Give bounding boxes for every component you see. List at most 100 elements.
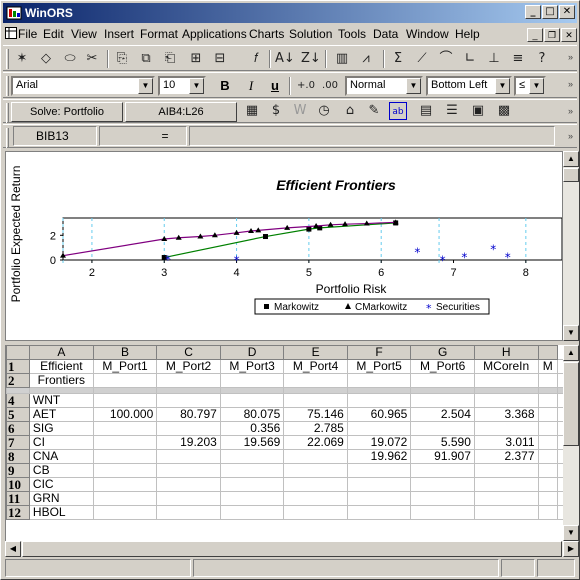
toolbar-more-icon[interactable]: »	[568, 52, 573, 62]
toolbar-more-icon[interactable]: »	[568, 131, 573, 141]
toolbar-grip[interactable]	[6, 128, 9, 148]
sheet-cell[interactable]: 2.377	[473, 449, 539, 464]
row-header[interactable]: 9	[6, 463, 30, 478]
menu-applications[interactable]: Applications	[182, 27, 247, 41]
column-header[interactable]: B	[92, 345, 158, 360]
chart-a-icon[interactable]: ⟋	[413, 50, 431, 68]
formula-equals[interactable]: =	[99, 126, 187, 146]
sheet-cell[interactable]	[537, 463, 558, 478]
sheet-cell[interactable]	[537, 393, 558, 408]
sheet-cell[interactable]	[346, 393, 412, 408]
chevron-down-icon[interactable]: ▼	[189, 78, 204, 94]
chevron-down-icon[interactable]: ▼	[529, 78, 544, 94]
sheet-cell[interactable]: 19.569	[219, 435, 285, 450]
close-button[interactable]: ✕	[559, 5, 575, 19]
style-select[interactable]: Normal ▼	[345, 76, 423, 96]
sheet-cell[interactable]	[283, 491, 348, 506]
copy-icon[interactable]: ⎘	[113, 50, 131, 68]
sheet-cell[interactable]: 2.785	[283, 421, 348, 436]
sheet-cell[interactable]	[537, 407, 558, 422]
sheet-cell[interactable]	[283, 373, 348, 388]
sheet-cell[interactable]	[346, 477, 412, 492]
bar-chart-icon[interactable]: ▥	[333, 50, 351, 68]
app-menu-icon[interactable]	[5, 27, 17, 42]
sheet-cell[interactable]	[346, 373, 412, 388]
font-select[interactable]: Arial ▼	[11, 76, 155, 96]
open-icon[interactable]: ◇	[37, 50, 55, 68]
column-header[interactable]: A	[28, 345, 94, 360]
scroll-down-icon[interactable]: ▼	[563, 325, 579, 341]
w-icon[interactable]: W	[291, 102, 309, 120]
scroll-up-icon[interactable]: ▲	[563, 151, 579, 167]
doc-close-button[interactable]: ✕	[561, 28, 577, 42]
sheet-cell[interactable]: 100.000	[92, 407, 158, 422]
sheet-cell[interactable]	[156, 477, 221, 492]
sheet-cell[interactable]: M_Port2	[156, 359, 221, 374]
increase-decimal-icon[interactable]: +.0	[297, 77, 315, 95]
row-header[interactable]: 6	[6, 421, 30, 436]
sheet-cell[interactable]: Efficient	[28, 359, 94, 374]
sheet-cell[interactable]	[410, 505, 475, 520]
spreadsheet-grid[interactable]: A B C D E F G H 1 Efficient M_Port1 M_Port2…	[5, 345, 565, 541]
menu-charts[interactable]: Charts	[249, 27, 284, 41]
sheet-cell[interactable]	[219, 491, 285, 506]
toolbar-grip[interactable]	[6, 103, 9, 123]
sheet-cell[interactable]	[473, 373, 539, 388]
sheet-cell[interactable]	[219, 505, 285, 520]
sort-ascending-icon[interactable]: A↓	[275, 50, 295, 68]
sheet-cell[interactable]	[346, 421, 412, 436]
sheet-cell[interactable]	[92, 449, 158, 464]
sheet-cell[interactable]: M	[537, 359, 558, 374]
sheet-cell[interactable]: 60.965	[346, 407, 412, 422]
row-header[interactable]: 10	[6, 477, 30, 492]
menu-view[interactable]: View	[71, 27, 97, 41]
sheet-cell[interactable]: 3.368	[473, 407, 539, 422]
dollar-icon[interactable]: $	[267, 102, 285, 120]
column-header[interactable]	[537, 345, 558, 360]
sheet-cell[interactable]: GRN	[28, 491, 94, 506]
sheet-cell[interactable]: WNT	[28, 393, 94, 408]
chart-panel[interactable]: Efficient Frontiers Portfolio Expected R…	[5, 151, 563, 341]
grid-horizontal-scrollbar[interactable]: ◀ ▶	[5, 541, 579, 557]
maximize-button[interactable]: □	[542, 5, 558, 19]
scroll-right-icon[interactable]: ▶	[563, 541, 579, 557]
sheet-cell[interactable]: 2.504	[410, 407, 475, 422]
sheet-cell[interactable]	[156, 393, 221, 408]
fill-icon[interactable]: ⊞	[187, 50, 205, 68]
solver-range-button[interactable]: AIB4:L26	[125, 102, 237, 122]
sheet-cell[interactable]	[219, 463, 285, 478]
function-icon[interactable]: 𝑓	[247, 50, 265, 68]
sheet-cell[interactable]	[283, 463, 348, 478]
menu-format[interactable]: Format	[140, 27, 178, 41]
sheet-cell[interactable]	[410, 491, 475, 506]
sheet-cell[interactable]: AET	[28, 407, 94, 422]
menu-insert[interactable]: Insert	[104, 27, 134, 41]
decrease-decimal-icon[interactable]: .00	[321, 77, 339, 95]
menu-edit[interactable]: Edit	[43, 27, 64, 41]
chevron-down-icon[interactable]: ▼	[138, 78, 153, 94]
sheet-cell[interactable]: CNA	[28, 449, 94, 464]
sheet-cell[interactable]: CB	[28, 463, 94, 478]
doc-minimize-button[interactable]: _	[527, 28, 543, 42]
sheet-cell[interactable]	[473, 505, 539, 520]
scroll-down-icon[interactable]: ▼	[563, 525, 579, 541]
sheet-cell[interactable]	[283, 505, 348, 520]
align-select[interactable]: Bottom Left ▼	[426, 76, 512, 96]
sheet-cell[interactable]	[92, 505, 158, 520]
house-icon[interactable]: ⌂	[341, 102, 359, 120]
solve-portfolio-button[interactable]: Solve: Portfolio	[11, 102, 123, 122]
sum-icon[interactable]: Σ	[389, 50, 407, 68]
chart-d-icon[interactable]: ⊥	[485, 50, 503, 68]
scroll-up-icon[interactable]: ▲	[563, 345, 579, 361]
sheet-cell[interactable]: 80.075	[219, 407, 285, 422]
sheet-cell[interactable]	[537, 449, 558, 464]
sheet-cell[interactable]: 80.797	[156, 407, 221, 422]
save-icon[interactable]: ⬭	[61, 50, 79, 68]
sheet-cell[interactable]: Frontiers	[28, 373, 94, 388]
sheet-cell[interactable]	[473, 421, 539, 436]
ab-icon[interactable]: ab	[389, 102, 407, 120]
sheet-cell[interactable]: 75.146	[283, 407, 348, 422]
sheet-cell[interactable]	[537, 505, 558, 520]
sheet-cell[interactable]	[92, 393, 158, 408]
operator-select[interactable]: ≤ ▼	[514, 76, 546, 96]
